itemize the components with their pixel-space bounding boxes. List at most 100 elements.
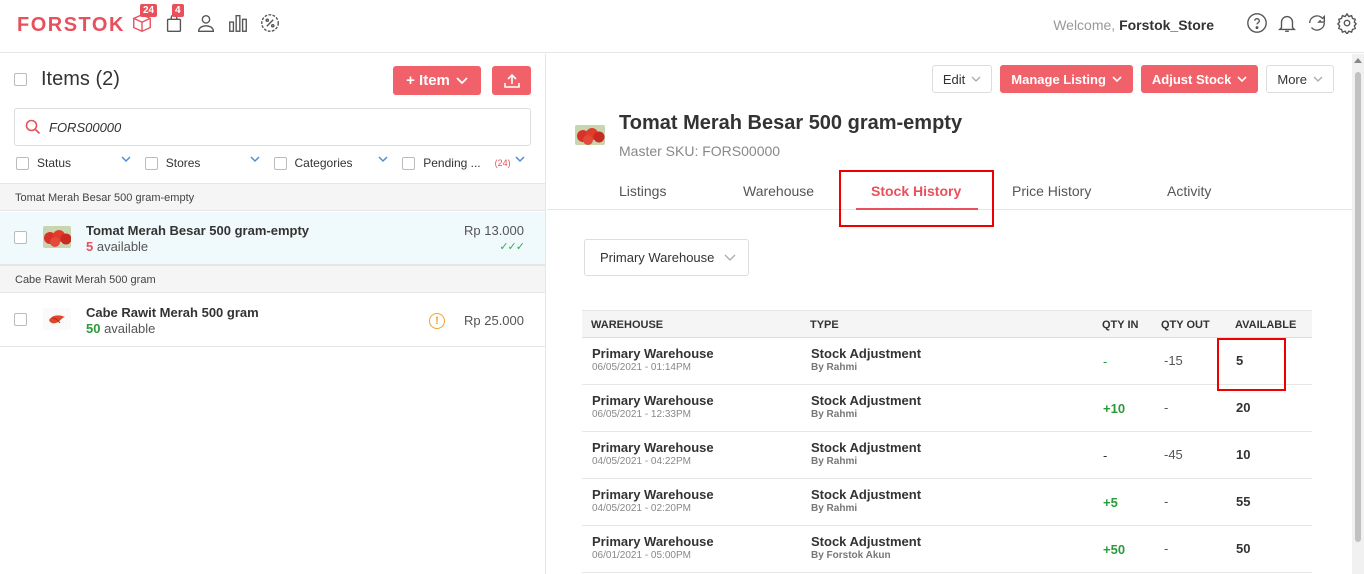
item-availability: 5 available <box>86 239 148 254</box>
table-row: Primary Warehouse 06/05/2021 - 12:33PM Sto… <box>582 385 1312 432</box>
filter-categories[interactable]: Categories <box>273 156 403 170</box>
tab-listings[interactable]: Listings <box>619 183 666 199</box>
item-name: Cabe Rawit Merah 500 gram <box>86 305 259 320</box>
username[interactable]: Forstok_Store <box>1119 17 1214 33</box>
help-icon[interactable] <box>1246 11 1268 35</box>
filter-status[interactable]: Status <box>16 156 145 170</box>
chevron-down-icon[interactable] <box>121 156 131 163</box>
warehouse-select[interactable]: Primary Warehouse <box>584 239 749 276</box>
user-icon[interactable] <box>194 10 218 36</box>
warehouse-name: Primary Warehouse <box>592 534 714 549</box>
upload-icon <box>503 73 520 88</box>
adjusted-by: By Rahmi <box>811 362 858 373</box>
warehouse-select-value: Primary Warehouse <box>600 250 715 265</box>
add-item-button[interactable]: + Item <box>393 66 481 95</box>
filter-label: Stores <box>165 156 201 170</box>
filter-checkbox[interactable] <box>144 156 158 170</box>
col-qty-out: QTY OUT <box>1161 319 1210 331</box>
welcome-text: Welcome, Forstok_Store <box>1053 17 1214 33</box>
product-thumbnail <box>43 308 71 330</box>
cell-qty-out: - <box>1164 541 1169 556</box>
entry-date: 04/05/2021 - 02:20PM <box>592 503 691 514</box>
utility-icons <box>1246 11 1358 35</box>
chevron-down-icon[interactable] <box>249 156 260 163</box>
available-label: available <box>93 239 149 254</box>
bag-icon[interactable]: 4 <box>162 4 186 36</box>
gear-icon[interactable] <box>1336 11 1358 35</box>
logo[interactable]: FORSTOK <box>17 14 125 37</box>
col-available: AVAILABLE <box>1235 319 1297 331</box>
group-header: Tomat Merah Besar 500 gram-empty <box>0 183 545 211</box>
search-input[interactable]: FORS00000 <box>14 108 531 146</box>
warning-icon[interactable]: ! <box>429 313 445 329</box>
list-item[interactable]: Tomat Merah Besar 500 gram-empty 5 avail… <box>0 212 545 265</box>
tab-price-history[interactable]: Price History <box>1012 183 1091 199</box>
bar-chart-icon[interactable] <box>226 10 250 36</box>
filter-pending[interactable]: Pending ... (24) <box>402 156 531 170</box>
scrollbar-thumb[interactable] <box>1355 72 1361 542</box>
manage-listing-button[interactable]: Manage Listing <box>1000 65 1133 93</box>
filter-bar: Status Stores Categories Pending ... (24… <box>16 156 531 170</box>
table-row: Primary Warehouse 04/05/2021 - 02:20PM Sto… <box>582 479 1312 526</box>
item-name: Tomat Merah Besar 500 gram-empty <box>86 223 310 238</box>
search-value[interactable]: FORS00000 <box>49 120 121 135</box>
orders-badge: 24 <box>140 4 158 17</box>
filter-checkbox[interactable] <box>16 156 29 170</box>
item-checkbox[interactable] <box>14 313 27 326</box>
cell-type: Stock Adjustment By Forstok Akun <box>811 534 921 561</box>
cell-qty-in: +5 <box>1103 495 1118 510</box>
sync-icon[interactable] <box>1306 11 1328 35</box>
highlight-box <box>839 170 994 227</box>
item-availability: 50 available <box>86 321 155 336</box>
filter-label: Status <box>37 156 72 170</box>
upload-button[interactable] <box>492 66 531 95</box>
available-count: 50 <box>86 321 101 336</box>
bell-icon[interactable] <box>1276 11 1298 35</box>
stock-history-table: WAREHOUSE TYPE QTY IN QTY OUT AVAILABLE … <box>582 310 1312 573</box>
highlight-box <box>1217 338 1286 391</box>
cell-qty-in: +10 <box>1103 401 1126 416</box>
tab-activity[interactable]: Activity <box>1167 183 1211 199</box>
cell-available: 10 <box>1236 447 1251 462</box>
chevron-down-icon[interactable] <box>515 156 525 163</box>
filter-stores[interactable]: Stores <box>144 156 274 170</box>
scrollbar[interactable] <box>1352 54 1364 574</box>
entry-date: 06/01/2021 - 05:00PM <box>592 550 691 561</box>
adjust-stock-button[interactable]: Adjust Stock <box>1140 65 1259 93</box>
cell-qty-out: - <box>1164 400 1169 415</box>
warehouse-name: Primary Warehouse <box>592 346 714 361</box>
percent-icon[interactable] <box>258 10 282 36</box>
pending-count: (24) <box>494 158 511 168</box>
items-panel: Items (2) + Item FORS00000 Status Stores… <box>0 54 546 574</box>
col-type: TYPE <box>810 319 839 331</box>
sync-check-icon: ✓✓✓ <box>499 241 525 253</box>
edit-button[interactable]: Edit <box>931 65 993 93</box>
adjustment-type: Stock Adjustment <box>811 346 922 361</box>
cell-available: 20 <box>1236 400 1251 415</box>
top-nav: 24 4 <box>130 4 282 36</box>
table-header: WAREHOUSE TYPE QTY IN QTY OUT AVAILABLE <box>582 310 1312 338</box>
select-all-checkbox[interactable] <box>14 73 27 86</box>
tab-warehouse[interactable]: Warehouse <box>743 183 814 199</box>
item-checkbox[interactable] <box>14 231 27 244</box>
more-button[interactable]: More <box>1266 65 1334 93</box>
adjustment-type: Stock Adjustment <box>811 393 922 408</box>
manage-listing-label: Manage Listing <box>1011 71 1106 87</box>
list-item[interactable]: Cabe Rawit Merah 500 gram 50 available !… <box>0 294 545 347</box>
adjustment-type: Stock Adjustment <box>811 487 922 502</box>
box-icon[interactable]: 24 <box>130 4 158 36</box>
filter-checkbox[interactable] <box>273 156 287 170</box>
items-header: Items (2) <box>14 68 120 91</box>
adjusted-by: By Rahmi <box>811 409 858 420</box>
filter-checkbox[interactable] <box>402 156 416 170</box>
add-item-label: + Item <box>406 72 450 89</box>
items-title: Items (2) <box>41 68 120 90</box>
col-qty-in: QTY IN <box>1102 319 1139 331</box>
cell-qty-in: +50 <box>1103 542 1126 557</box>
item-price: Rp 13.000 <box>464 223 524 238</box>
chevron-down-icon[interactable] <box>378 156 388 163</box>
scroll-up-icon[interactable] <box>1354 58 1362 63</box>
cell-warehouse: Primary Warehouse 04/05/2021 - 04:22PM <box>592 440 714 467</box>
cell-type: Stock Adjustment By Rahmi <box>811 346 921 373</box>
entry-date: 06/05/2021 - 01:14PM <box>592 362 691 373</box>
